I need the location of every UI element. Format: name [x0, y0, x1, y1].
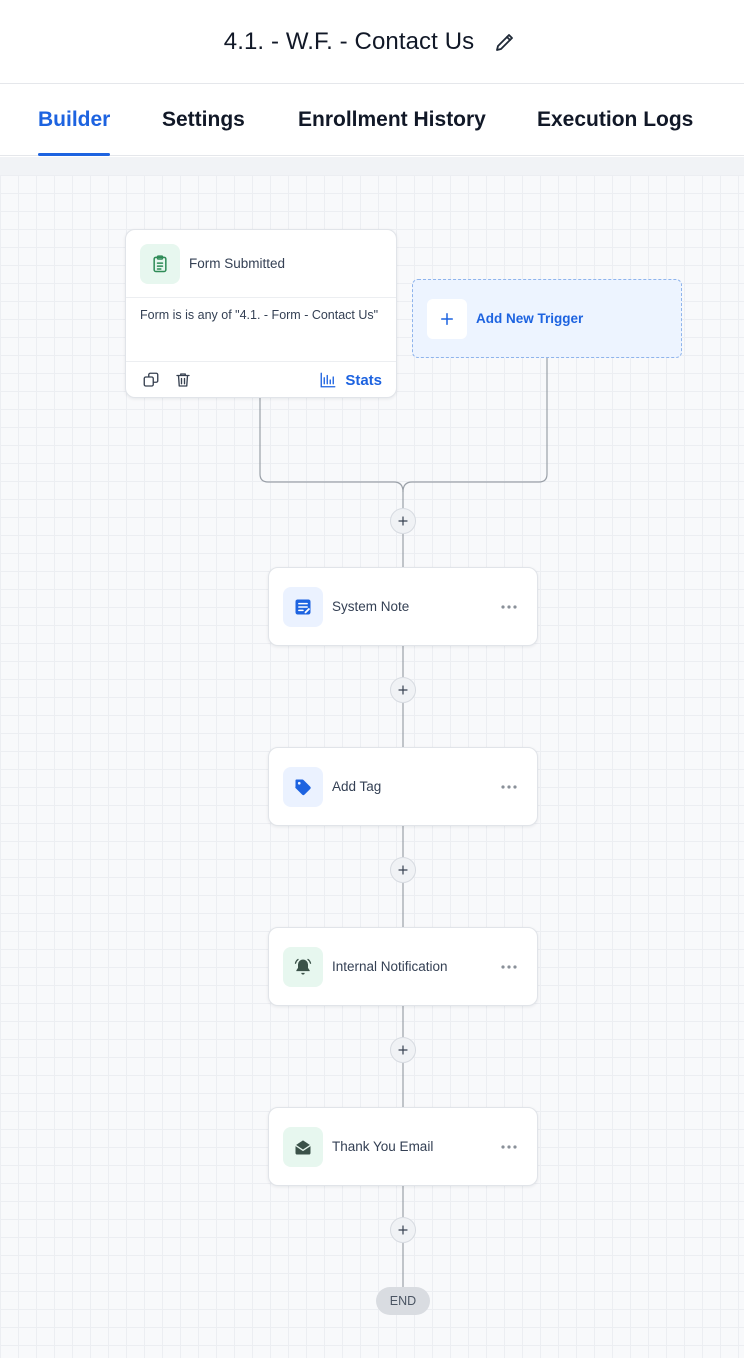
- tab-bar: Builder Settings Enrollment History Exec…: [0, 84, 744, 156]
- delete-button[interactable]: [172, 369, 194, 391]
- ellipsis-icon: [501, 1144, 517, 1149]
- ellipsis-icon: [501, 964, 517, 969]
- ellipsis-icon: [501, 784, 517, 789]
- more-options-button[interactable]: [497, 1137, 521, 1157]
- add-action-button[interactable]: [390, 1037, 416, 1063]
- plus-icon: [398, 1045, 408, 1055]
- action-title: Internal Notification: [332, 959, 448, 974]
- add-action-button[interactable]: [390, 857, 416, 883]
- plus-icon: [398, 516, 408, 526]
- trigger-card-footer: Stats: [126, 362, 396, 398]
- duplicate-button[interactable]: [140, 369, 162, 391]
- pencil-icon: [496, 33, 514, 51]
- ellipsis-icon: [501, 604, 517, 609]
- tab-settings[interactable]: Settings: [162, 84, 245, 156]
- edit-title-button[interactable]: [490, 27, 520, 57]
- tag-icon: [295, 779, 311, 795]
- add-trigger-plus-box: [427, 298, 467, 339]
- plus-icon: [441, 312, 453, 325]
- action-card-add-tag[interactable]: Add Tag: [268, 747, 538, 826]
- workflow-title: 4.1. - W.F. - Contact Us: [223, 27, 475, 55]
- stats-button[interactable]: Stats: [319, 371, 382, 389]
- trash-icon: [176, 373, 190, 387]
- bar-chart-icon: [320, 372, 336, 388]
- action-card-system-note[interactable]: System Note: [268, 567, 538, 646]
- trigger-card-form-submitted[interactable]: Form Submitted Form is is any of "4.1. -…: [125, 229, 397, 398]
- action-title: System Note: [332, 599, 410, 614]
- action-card-thank-you-email[interactable]: Thank You Email: [268, 1107, 538, 1186]
- workflow-header: 4.1. - W.F. - Contact Us: [0, 0, 744, 84]
- plus-icon: [398, 865, 408, 875]
- add-action-button[interactable]: [390, 1217, 416, 1243]
- trigger-icon-box: [140, 243, 180, 284]
- trigger-condition: Form is is any of "4.1. - Form - Contact…: [126, 298, 396, 362]
- action-icon-box: [283, 766, 323, 807]
- tab-builder[interactable]: Builder: [38, 84, 111, 156]
- tab-enrollment-history[interactable]: Enrollment History: [298, 84, 486, 156]
- add-trigger-label: Add New Trigger: [476, 311, 584, 326]
- copy-icon: [143, 372, 159, 387]
- stats-label: Stats: [345, 371, 382, 389]
- add-new-trigger-button[interactable]: Add New Trigger: [412, 279, 682, 358]
- action-icon-box: [283, 1126, 323, 1167]
- action-icon-box: [283, 946, 323, 987]
- add-action-button[interactable]: [390, 508, 416, 534]
- action-title: Thank You Email: [332, 1139, 434, 1154]
- plus-icon: [398, 685, 408, 695]
- more-options-button[interactable]: [497, 777, 521, 797]
- note-icon: [295, 599, 311, 614]
- bell-icon: [294, 958, 312, 974]
- clipboard-icon: [153, 254, 167, 272]
- tab-execution-logs[interactable]: Execution Logs: [537, 84, 693, 156]
- trigger-card-header: Form Submitted: [126, 230, 396, 298]
- more-options-button[interactable]: [497, 957, 521, 977]
- more-options-button[interactable]: [497, 597, 521, 617]
- action-card-internal-notification[interactable]: Internal Notification: [268, 927, 538, 1006]
- end-marker: END: [376, 1287, 430, 1315]
- plus-icon: [398, 1225, 408, 1235]
- trigger-title: Form Submitted: [189, 256, 286, 271]
- envelope-open-icon: [295, 1139, 311, 1154]
- action-icon-box: [283, 586, 323, 627]
- canvas-toolbar-strip: [0, 157, 744, 175]
- add-action-button[interactable]: [390, 677, 416, 703]
- action-title: Add Tag: [332, 779, 382, 794]
